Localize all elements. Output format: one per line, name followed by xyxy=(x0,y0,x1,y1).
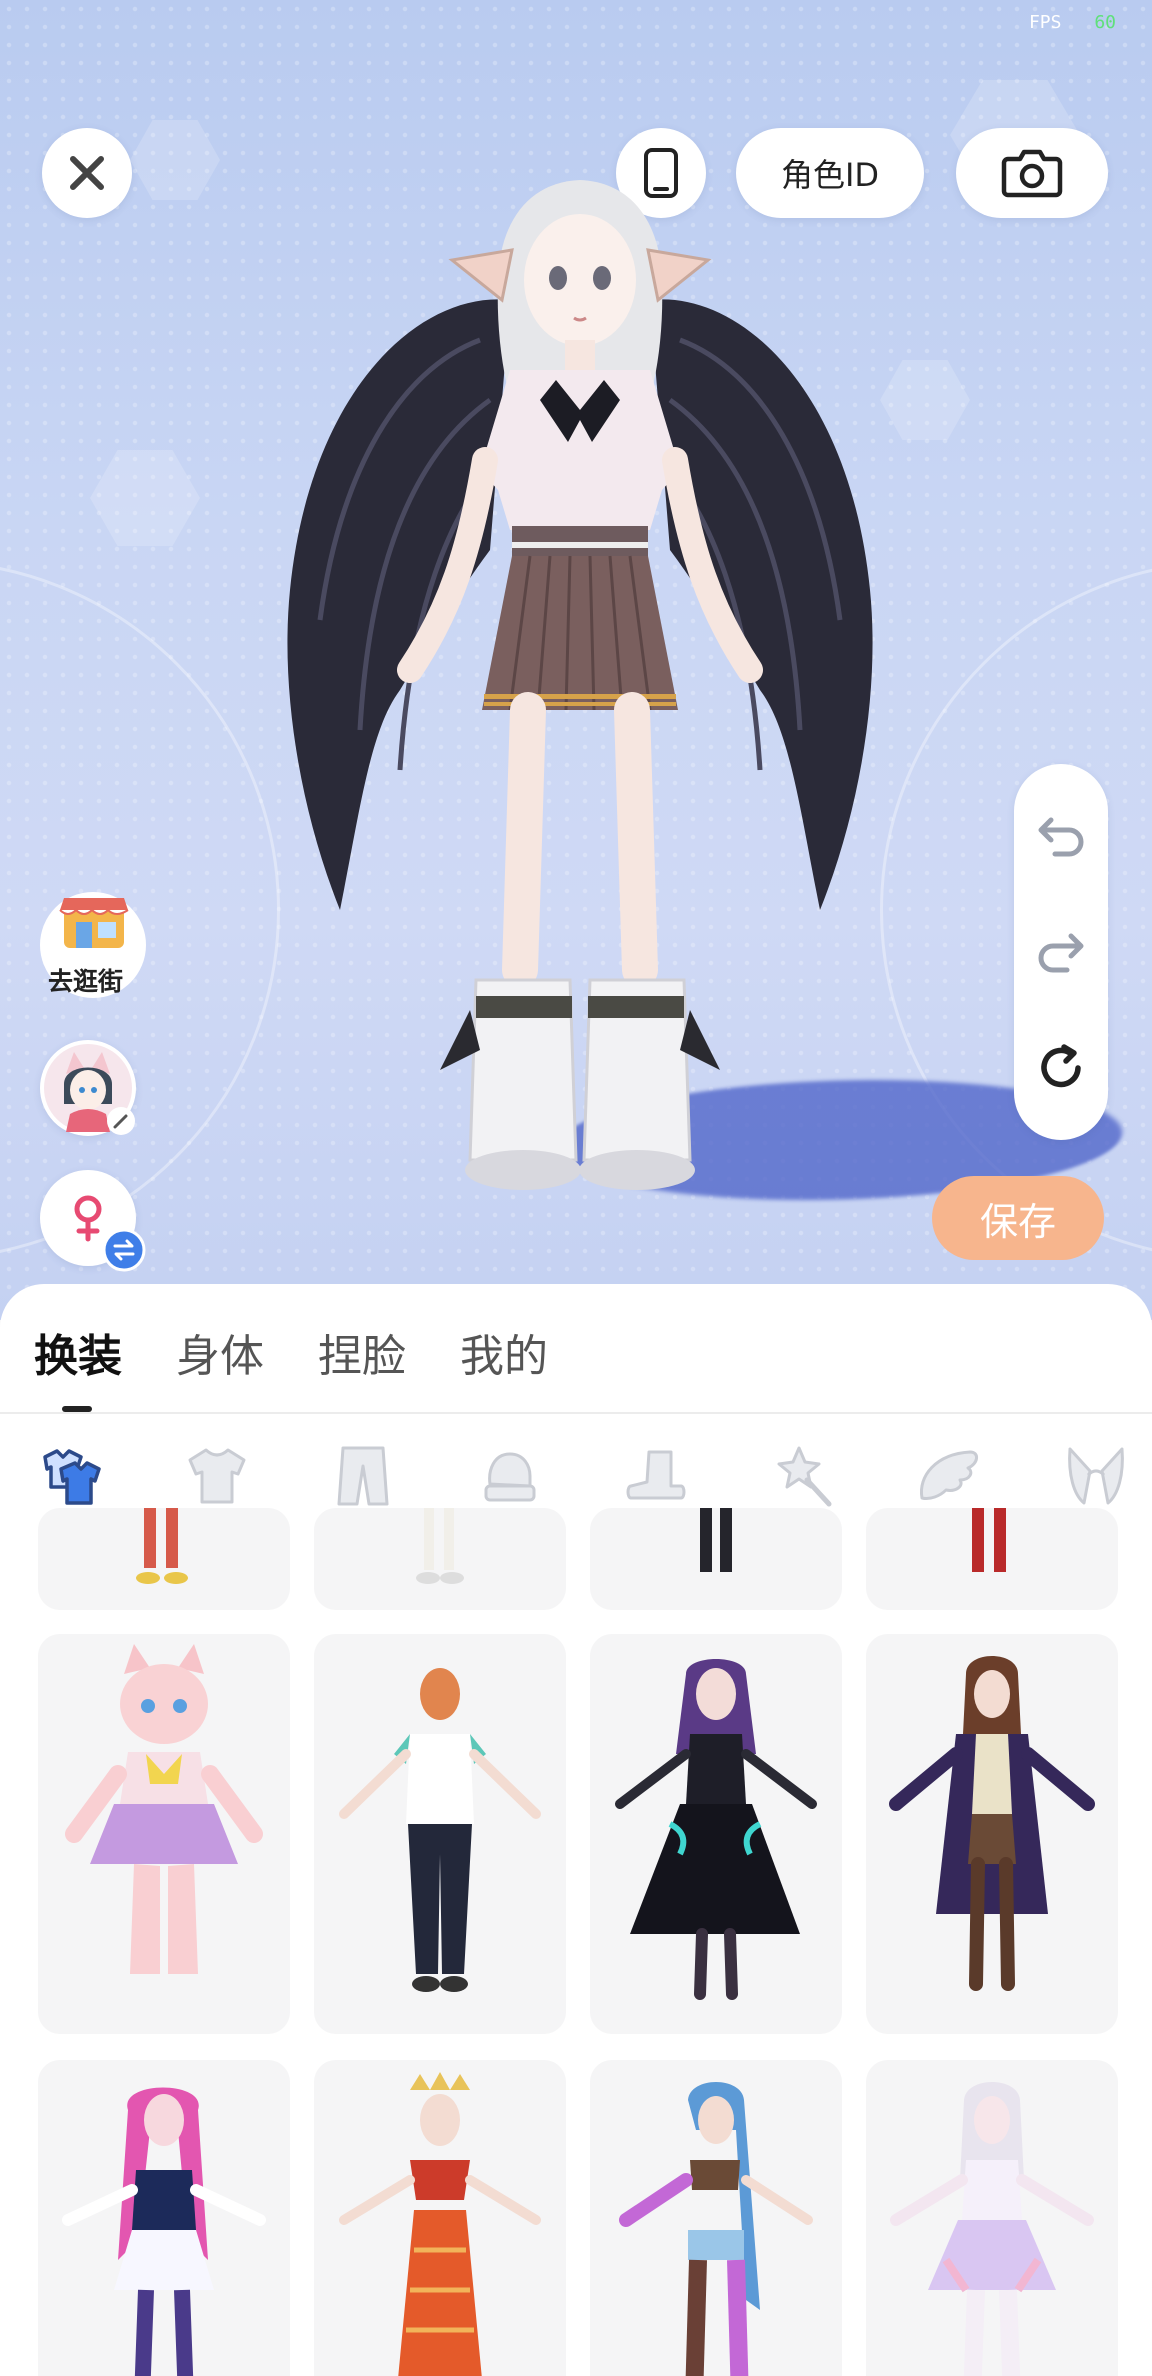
outfit-item[interactable] xyxy=(866,2060,1118,2376)
reset-icon xyxy=(1041,1044,1081,1088)
category-wings[interactable] xyxy=(907,1434,991,1518)
outfit-item[interactable] xyxy=(314,2060,566,2376)
ears-icon xyxy=(1068,1447,1124,1505)
save-label: 保存 xyxy=(979,1199,1056,1244)
category-ears[interactable] xyxy=(1054,1434,1138,1518)
redo-button[interactable] xyxy=(1031,922,1091,982)
save-button[interactable]: 保存 xyxy=(932,1176,1104,1260)
outfit-item[interactable] xyxy=(866,1634,1118,2034)
category-bar xyxy=(28,1434,1138,1518)
wardrobe-panel: 换装 身体 捏脸 我的 xyxy=(0,1284,1152,2376)
outfit-item[interactable] xyxy=(314,1508,566,1610)
camera-icon xyxy=(1001,149,1063,198)
edit-history-toolbar xyxy=(1014,764,1108,1140)
character-switch-button[interactable] xyxy=(40,1040,136,1136)
outfit-item[interactable] xyxy=(590,1634,842,2034)
outfit-thumbnail xyxy=(136,1508,188,1584)
pants-icon xyxy=(337,1446,389,1506)
tabs-divider xyxy=(0,1412,1152,1414)
reset-button[interactable] xyxy=(1031,1038,1091,1098)
top-icon xyxy=(188,1448,246,1504)
gender-switch-button[interactable] xyxy=(40,1170,146,1272)
tab-mine[interactable]: 我的 xyxy=(460,1320,548,1384)
fps-value: 60 xyxy=(1094,12,1116,33)
shop-button[interactable]: 去逛街 xyxy=(40,892,146,1004)
outfit-item[interactable] xyxy=(590,1508,842,1610)
gloves-icon xyxy=(484,1452,536,1502)
fps-label: FPS xyxy=(1028,12,1062,33)
outfit-thumbnail xyxy=(65,1644,263,1974)
outfit-item[interactable] xyxy=(38,1634,290,2034)
category-shoes[interactable] xyxy=(614,1434,698,1518)
outfit-thumbnail xyxy=(339,2072,541,2376)
outfit-item[interactable] xyxy=(38,2060,290,2376)
close-icon xyxy=(70,156,104,190)
outfit-item[interactable] xyxy=(314,1634,566,2034)
shop-label: 去逛街 xyxy=(48,967,124,996)
camera-button[interactable] xyxy=(956,128,1108,218)
avatar-stage[interactable]: FPS 60 角色ID 去逛街 保存 xyxy=(0,0,1152,1320)
undo-icon xyxy=(1038,817,1084,857)
close-button[interactable] xyxy=(42,128,132,218)
outfit-item[interactable] xyxy=(38,1508,290,1610)
outfit-thumbnail xyxy=(619,2082,813,2376)
category-outfit-set[interactable] xyxy=(28,1434,112,1518)
shop-icon xyxy=(59,898,129,948)
redo-icon xyxy=(1038,933,1084,973)
shoes-icon xyxy=(626,1450,686,1500)
avatar-figure[interactable] xyxy=(280,170,880,1210)
outfit-item[interactable] xyxy=(866,1508,1118,1610)
tab-outfit[interactable]: 换装 xyxy=(34,1320,122,1384)
accessory-icon xyxy=(777,1446,832,1507)
undo-button[interactable] xyxy=(1031,806,1091,866)
outfit-thumbnail xyxy=(700,1508,732,1572)
outfit-thumbnail xyxy=(615,1659,817,2000)
edit-badge-icon xyxy=(107,1107,135,1135)
outfit-thumbnail xyxy=(890,2082,1094,2376)
outfit-thumbnail xyxy=(416,1508,464,1584)
tab-face[interactable]: 捏脸 xyxy=(318,1320,406,1384)
outfit-thumbnail xyxy=(889,1656,1095,1991)
category-top[interactable] xyxy=(175,1434,259,1518)
main-tabs: 换装 身体 捏脸 我的 xyxy=(34,1320,548,1384)
outfit-set-icon xyxy=(43,1449,101,1505)
category-gloves[interactable] xyxy=(468,1434,552,1518)
category-pants[interactable] xyxy=(321,1434,405,1518)
outfit-thumbnail xyxy=(972,1508,1006,1572)
outfit-thumbnail xyxy=(339,1668,541,1992)
tab-body[interactable]: 身体 xyxy=(176,1320,264,1384)
fps-readout: FPS 60 xyxy=(1029,12,1116,33)
wings-icon xyxy=(920,1450,979,1500)
outfit-item[interactable] xyxy=(590,2060,842,2376)
category-accessory[interactable] xyxy=(761,1434,845,1518)
outfit-thumbnail xyxy=(62,2087,266,2376)
swap-icon xyxy=(102,1228,146,1272)
